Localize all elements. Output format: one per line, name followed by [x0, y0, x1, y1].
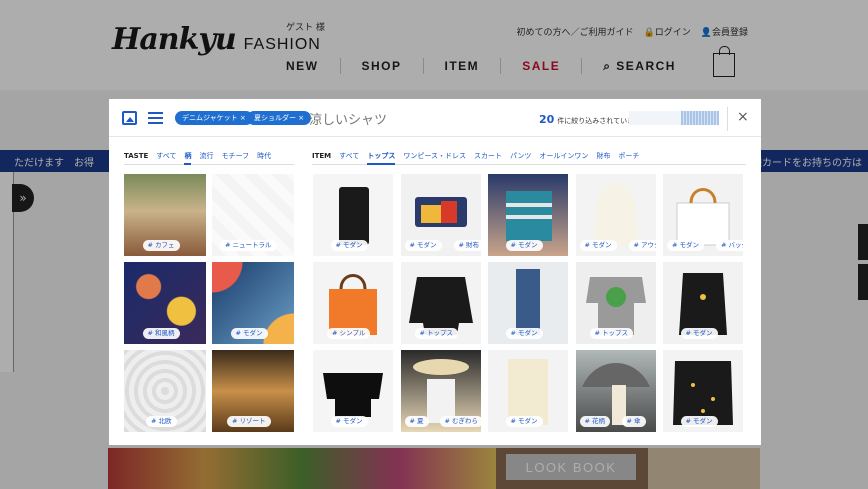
item-head: ITEM	[312, 151, 332, 160]
taste-tile[interactable]: # 北欧	[124, 350, 206, 432]
item-tile[interactable]: # モダン	[313, 174, 393, 256]
result-count: 20 件に絞り込みされています	[539, 113, 641, 126]
item-tile[interactable]: # モダン # アウター	[575, 174, 656, 256]
tab-item-tops[interactable]: トップス	[367, 147, 396, 165]
tag-pill[interactable]: # ニュートラル	[220, 240, 277, 251]
tab-taste-all[interactable]: すべて	[156, 147, 176, 165]
filter-chip[interactable]: デニムジャケット ×	[175, 111, 253, 125]
tag-pill[interactable]: # バッグ	[716, 240, 743, 251]
tag-pill[interactable]: # 傘	[621, 416, 646, 427]
tag-pill[interactable]: # 花柄	[579, 416, 611, 427]
tab-item-pants[interactable]: パンツ	[510, 147, 531, 165]
tag-pill[interactable]: # モダン	[680, 328, 718, 339]
close-icon[interactable]: ×	[737, 109, 749, 125]
item-tile[interactable]: # 夏 # むぎわら	[400, 350, 481, 432]
item-tile[interactable]: # モダン # バッグ	[663, 174, 743, 256]
tag-pill[interactable]: # 夏	[404, 416, 429, 427]
result-count-number: 20	[539, 113, 555, 126]
tab-item-dress[interactable]: ワンピース・ドレス	[403, 147, 466, 165]
list-view-icon[interactable]	[148, 112, 163, 124]
tab-taste-trend[interactable]: 流行	[199, 147, 213, 165]
taste-tile[interactable]: # モダン	[212, 262, 294, 344]
item-tile[interactable]: # モダン	[488, 262, 568, 344]
tag-pill[interactable]: # モダン	[680, 416, 718, 427]
tag-pill[interactable]: # モダン	[667, 240, 705, 251]
tag-pill[interactable]: # モダン	[230, 328, 268, 339]
item-tile[interactable]: # モダン	[663, 350, 743, 432]
tag-pill[interactable]: # 財布	[453, 240, 481, 251]
tab-item-wallet[interactable]: 財布	[596, 147, 610, 165]
tag-pill[interactable]: # むぎわら	[439, 416, 481, 427]
tag-pill[interactable]: # モダン	[505, 328, 543, 339]
tag-pill[interactable]: # シンプル	[327, 328, 371, 339]
item-tile[interactable]: # トップス	[400, 262, 481, 344]
taste-tile[interactable]: # リゾート	[212, 350, 294, 432]
item-tile[interactable]: # モダン	[488, 350, 568, 432]
item-tile[interactable]: # モダン	[488, 174, 568, 256]
tab-taste-era[interactable]: 時代	[257, 147, 271, 165]
tab-item-pouch[interactable]: ポーチ	[618, 147, 639, 165]
tag-pill[interactable]: # モダン	[404, 240, 442, 251]
taste-head: TASTE	[124, 151, 149, 160]
taste-tile[interactable]: # ニュートラル	[212, 174, 294, 256]
tag-pill[interactable]: # リゾート	[227, 416, 271, 427]
tab-item-skirt[interactable]: スカート	[474, 147, 502, 165]
tag-pill[interactable]: # モダン	[505, 416, 543, 427]
tab-item-allinone[interactable]: オールインワン	[539, 147, 588, 165]
tag-pill[interactable]: # モダン	[579, 240, 617, 251]
search-modal: デニムジャケット × 夏ショルダー × 涼しいシャツ 20 件に絞り込みされてい…	[109, 99, 761, 445]
tab-taste-pattern[interactable]: 柄	[184, 147, 192, 165]
progress-fill	[681, 111, 719, 125]
filter-chip[interactable]: 夏ショルダー ×	[247, 111, 312, 125]
item-tabs: ITEM すべて トップス ワンピース・ドレス スカート パンツ オールインワン…	[312, 147, 746, 165]
item-tile[interactable]: # トップス	[575, 262, 656, 344]
tag-pill[interactable]: # カフェ	[142, 240, 180, 251]
tag-pill[interactable]: # モダン	[505, 240, 543, 251]
item-tile[interactable]: # モダン	[313, 350, 393, 432]
item-tile[interactable]: # シンプル	[313, 262, 393, 344]
tag-pill[interactable]: # 北欧	[146, 416, 177, 427]
tab-item-all[interactable]: すべて	[339, 147, 359, 165]
tag-pill[interactable]: # モダン	[330, 416, 368, 427]
taste-tile[interactable]: # カフェ	[124, 174, 206, 256]
modal-toolbar: デニムジャケット × 夏ショルダー × 涼しいシャツ 20 件に絞り込みされてい…	[109, 99, 761, 137]
taste-tabs: TASTE すべて 柄 流行 モチーフ 時代	[124, 147, 294, 165]
item-tile[interactable]: # モダン # 財布	[400, 174, 481, 256]
tag-pill[interactable]: # モダン	[330, 240, 368, 251]
search-query[interactable]: 涼しいシャツ	[309, 109, 387, 128]
taste-tile[interactable]: # 和風柄	[124, 262, 206, 344]
tag-pill[interactable]: # トップス	[414, 328, 459, 339]
item-tile[interactable]: # 花柄 # 傘	[575, 350, 656, 432]
progress-bar	[629, 111, 719, 125]
image-view-icon[interactable]	[122, 111, 137, 125]
tag-pill[interactable]: # 和風柄	[142, 328, 180, 339]
item-tile[interactable]: # モダン	[663, 262, 743, 344]
tag-pill[interactable]: # トップス	[589, 328, 634, 339]
divider	[727, 107, 728, 131]
tab-taste-motif[interactable]: モチーフ	[221, 147, 249, 165]
tag-pill[interactable]: # アウター	[628, 240, 656, 251]
